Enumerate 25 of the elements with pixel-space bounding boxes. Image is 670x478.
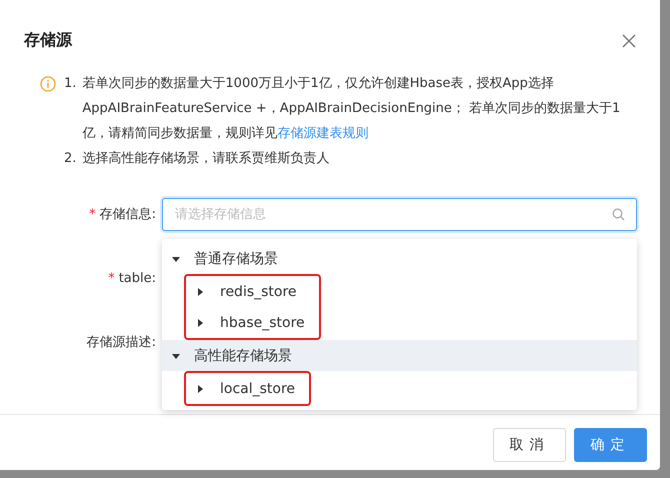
tree-group-item[interactable]: 普通存储场景	[162, 243, 637, 274]
required-mark: *	[108, 270, 115, 286]
required-mark: *	[89, 206, 96, 222]
notice-text: 选择高性能存储场景，请联系贾维斯负责人	[82, 150, 330, 168]
caret-icon[interactable]	[196, 384, 204, 392]
notice-text: 若单次同步的数据量大于1000万且小于1亿，仅允许创建Hbase表，授权App选择AppAIBrainFeatureService +，AppAIBrainDecisionEngine； 若单次同步的数据量大于1亿，请精简同步数据量，规则详见存储源建表规则	[82, 75, 622, 143]
tree-group-item[interactable]: 高性能存储场景	[162, 340, 637, 371]
field-label: table:	[118, 270, 156, 286]
field-label: 存储信息:	[100, 206, 156, 223]
dialog-title: 存储源	[24, 30, 72, 51]
tree-item[interactable]: local_store	[194, 373, 296, 404]
cancel-button[interactable]: 取消	[493, 428, 566, 462]
info-icon	[40, 76, 56, 92]
close-icon[interactable]	[622, 34, 636, 48]
caret-icon[interactable]	[196, 318, 204, 326]
storage-select-field[interactable]: 请选择存储信息	[162, 198, 637, 230]
list-number: 1.	[64, 75, 76, 93]
list-number: 2.	[64, 150, 76, 168]
tree-item[interactable]: hbase_store	[194, 307, 305, 338]
caret-icon[interactable]	[196, 288, 204, 296]
field-label: 存储源描述:	[86, 334, 156, 351]
caret-icon[interactable]	[172, 352, 180, 360]
tree-item[interactable]: redis_store	[194, 276, 305, 307]
search-icon	[612, 208, 625, 220]
caret-icon[interactable]	[172, 254, 180, 262]
